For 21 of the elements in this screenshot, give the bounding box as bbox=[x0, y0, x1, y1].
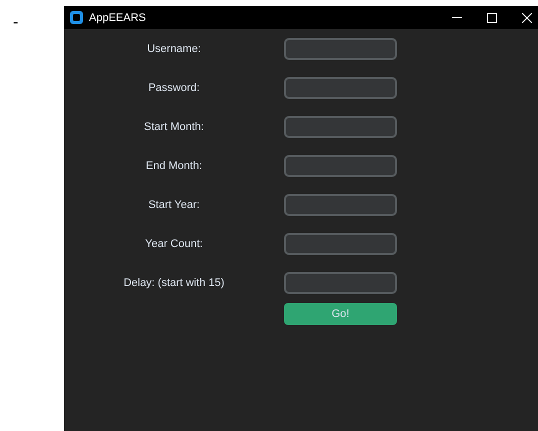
input-field[interactable] bbox=[284, 272, 397, 294]
maximize-icon bbox=[486, 12, 496, 22]
minimize-icon bbox=[452, 16, 462, 18]
field-label: Username: bbox=[146, 43, 202, 55]
input-field[interactable] bbox=[284, 77, 397, 99]
input-field[interactable] bbox=[284, 194, 397, 216]
field-label: Start Year: bbox=[147, 199, 201, 211]
go-button[interactable]: Go! bbox=[284, 303, 397, 325]
field-label: Start Month: bbox=[143, 121, 205, 133]
input-field[interactable] bbox=[284, 155, 397, 177]
input-field[interactable] bbox=[284, 38, 397, 60]
field-label: Delay: (start with 15) bbox=[122, 277, 226, 289]
input-field[interactable] bbox=[284, 233, 397, 255]
input-field[interactable] bbox=[284, 116, 397, 138]
dash-mark: - bbox=[13, 14, 20, 32]
field-label: End Month: bbox=[144, 160, 204, 172]
field-label: Year Count: bbox=[144, 238, 204, 250]
app-icon bbox=[70, 11, 83, 24]
window-title: AppEEARS bbox=[89, 12, 147, 24]
close-icon bbox=[522, 12, 532, 22]
field-label: Password: bbox=[147, 82, 201, 94]
